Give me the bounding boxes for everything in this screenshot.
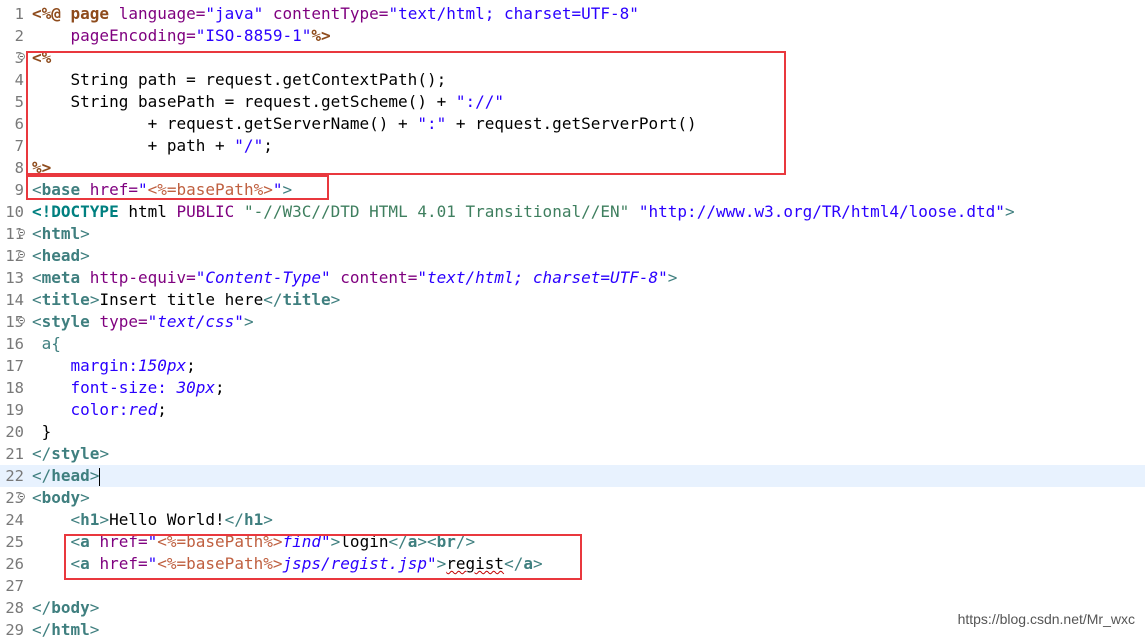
code-line-24: 24 <h1>Hello World!</h1> <box>0 509 1145 531</box>
line-number: 25 <box>5 533 24 551</box>
line-number: 8 <box>14 159 24 177</box>
code-line-20: 20 } <box>0 421 1145 443</box>
line-number: 17 <box>5 357 24 375</box>
code-text: </style> <box>32 444 110 463</box>
code-text: <h1>Hello World!</h1> <box>32 510 273 529</box>
line-number: 7 <box>14 137 24 155</box>
line-number: 20 <box>5 423 24 441</box>
code-editor[interactable]: 1 <%@ page language="java" contentType="… <box>0 0 1145 639</box>
line-number: 29 <box>5 621 24 639</box>
highlight-box-scriptlet <box>26 51 786 175</box>
code-text: <!DOCTYPE html PUBLIC "-//W3C//DTD HTML … <box>32 202 1015 221</box>
code-line-16: 16 a{ <box>0 333 1145 355</box>
line-number: 19 <box>5 401 24 419</box>
code-text: <html> <box>32 224 90 243</box>
line-number: 10 <box>5 203 24 221</box>
line-number: 2 <box>14 27 24 45</box>
line-number: 28 <box>5 599 24 617</box>
fold-toggle-icon[interactable] <box>18 317 25 324</box>
code-text: color:red; <box>32 400 167 419</box>
highlight-box-base-tag <box>26 175 329 200</box>
line-number: 1 <box>14 5 24 23</box>
code-line-10: 10 <!DOCTYPE html PUBLIC "-//W3C//DTD HT… <box>0 201 1145 223</box>
text-cursor <box>99 467 101 486</box>
watermark-text: https://blog.csdn.net/Mr_wxc <box>957 611 1135 627</box>
line-number: 5 <box>14 93 24 111</box>
code-line-23: 23 <body> <box>0 487 1145 509</box>
code-text: <title>Insert title here</title> <box>32 290 341 309</box>
code-line-17: 17 margin:150px; <box>0 355 1145 377</box>
line-number: 27 <box>5 577 24 595</box>
code-text: pageEncoding="ISO-8859-1"%> <box>32 26 331 45</box>
fold-toggle-icon[interactable] <box>18 229 25 236</box>
line-number: 18 <box>5 379 24 397</box>
line-number: 13 <box>5 269 24 287</box>
code-line-11: 11 <html> <box>0 223 1145 245</box>
fold-toggle-icon[interactable] <box>18 251 25 258</box>
code-line-2: 2 pageEncoding="ISO-8859-1"%> <box>0 25 1145 47</box>
code-text: </head> <box>32 466 101 486</box>
code-line-19: 19 color:red; <box>0 399 1145 421</box>
fold-toggle-icon[interactable] <box>18 53 25 60</box>
fold-toggle-icon[interactable] <box>18 493 25 500</box>
code-line-12: 12 <head> <box>0 245 1145 267</box>
line-number: 24 <box>5 511 24 529</box>
line-number: 6 <box>14 115 24 133</box>
line-number: 21 <box>5 445 24 463</box>
code-line-21: 21 </style> <box>0 443 1145 465</box>
line-number: 16 <box>5 335 24 353</box>
line-number: 14 <box>5 291 24 309</box>
code-text: <style type="text/css"> <box>32 312 254 331</box>
code-text: margin:150px; <box>32 356 196 375</box>
code-text: <body> <box>32 488 90 507</box>
code-text: font-size: 30px; <box>32 378 225 397</box>
code-line-15: 15 <style type="text/css"> <box>0 311 1145 333</box>
highlight-box-links <box>64 534 582 580</box>
line-number: 9 <box>14 181 24 199</box>
line-number: 22 <box>5 467 24 485</box>
code-line-13: 13 <meta http-equiv="Content-Type" conte… <box>0 267 1145 289</box>
code-line-14: 14 <title>Insert title here</title> <box>0 289 1145 311</box>
code-text: a{ <box>32 334 61 353</box>
code-line-18: 18 font-size: 30px; <box>0 377 1145 399</box>
code-text: </body> <box>32 598 100 617</box>
line-number: 26 <box>5 555 24 573</box>
code-text: <head> <box>32 246 90 265</box>
code-text: <meta http-equiv="Content-Type" content=… <box>32 268 678 287</box>
code-text: <%@ page language="java" contentType="te… <box>32 4 639 23</box>
code-line-1: 1 <%@ page language="java" contentType="… <box>0 3 1145 25</box>
code-text: </html> <box>32 620 100 639</box>
line-number: 4 <box>14 71 24 89</box>
code-text: } <box>32 422 52 441</box>
code-line-22-current: 22 </head> <box>0 465 1145 487</box>
